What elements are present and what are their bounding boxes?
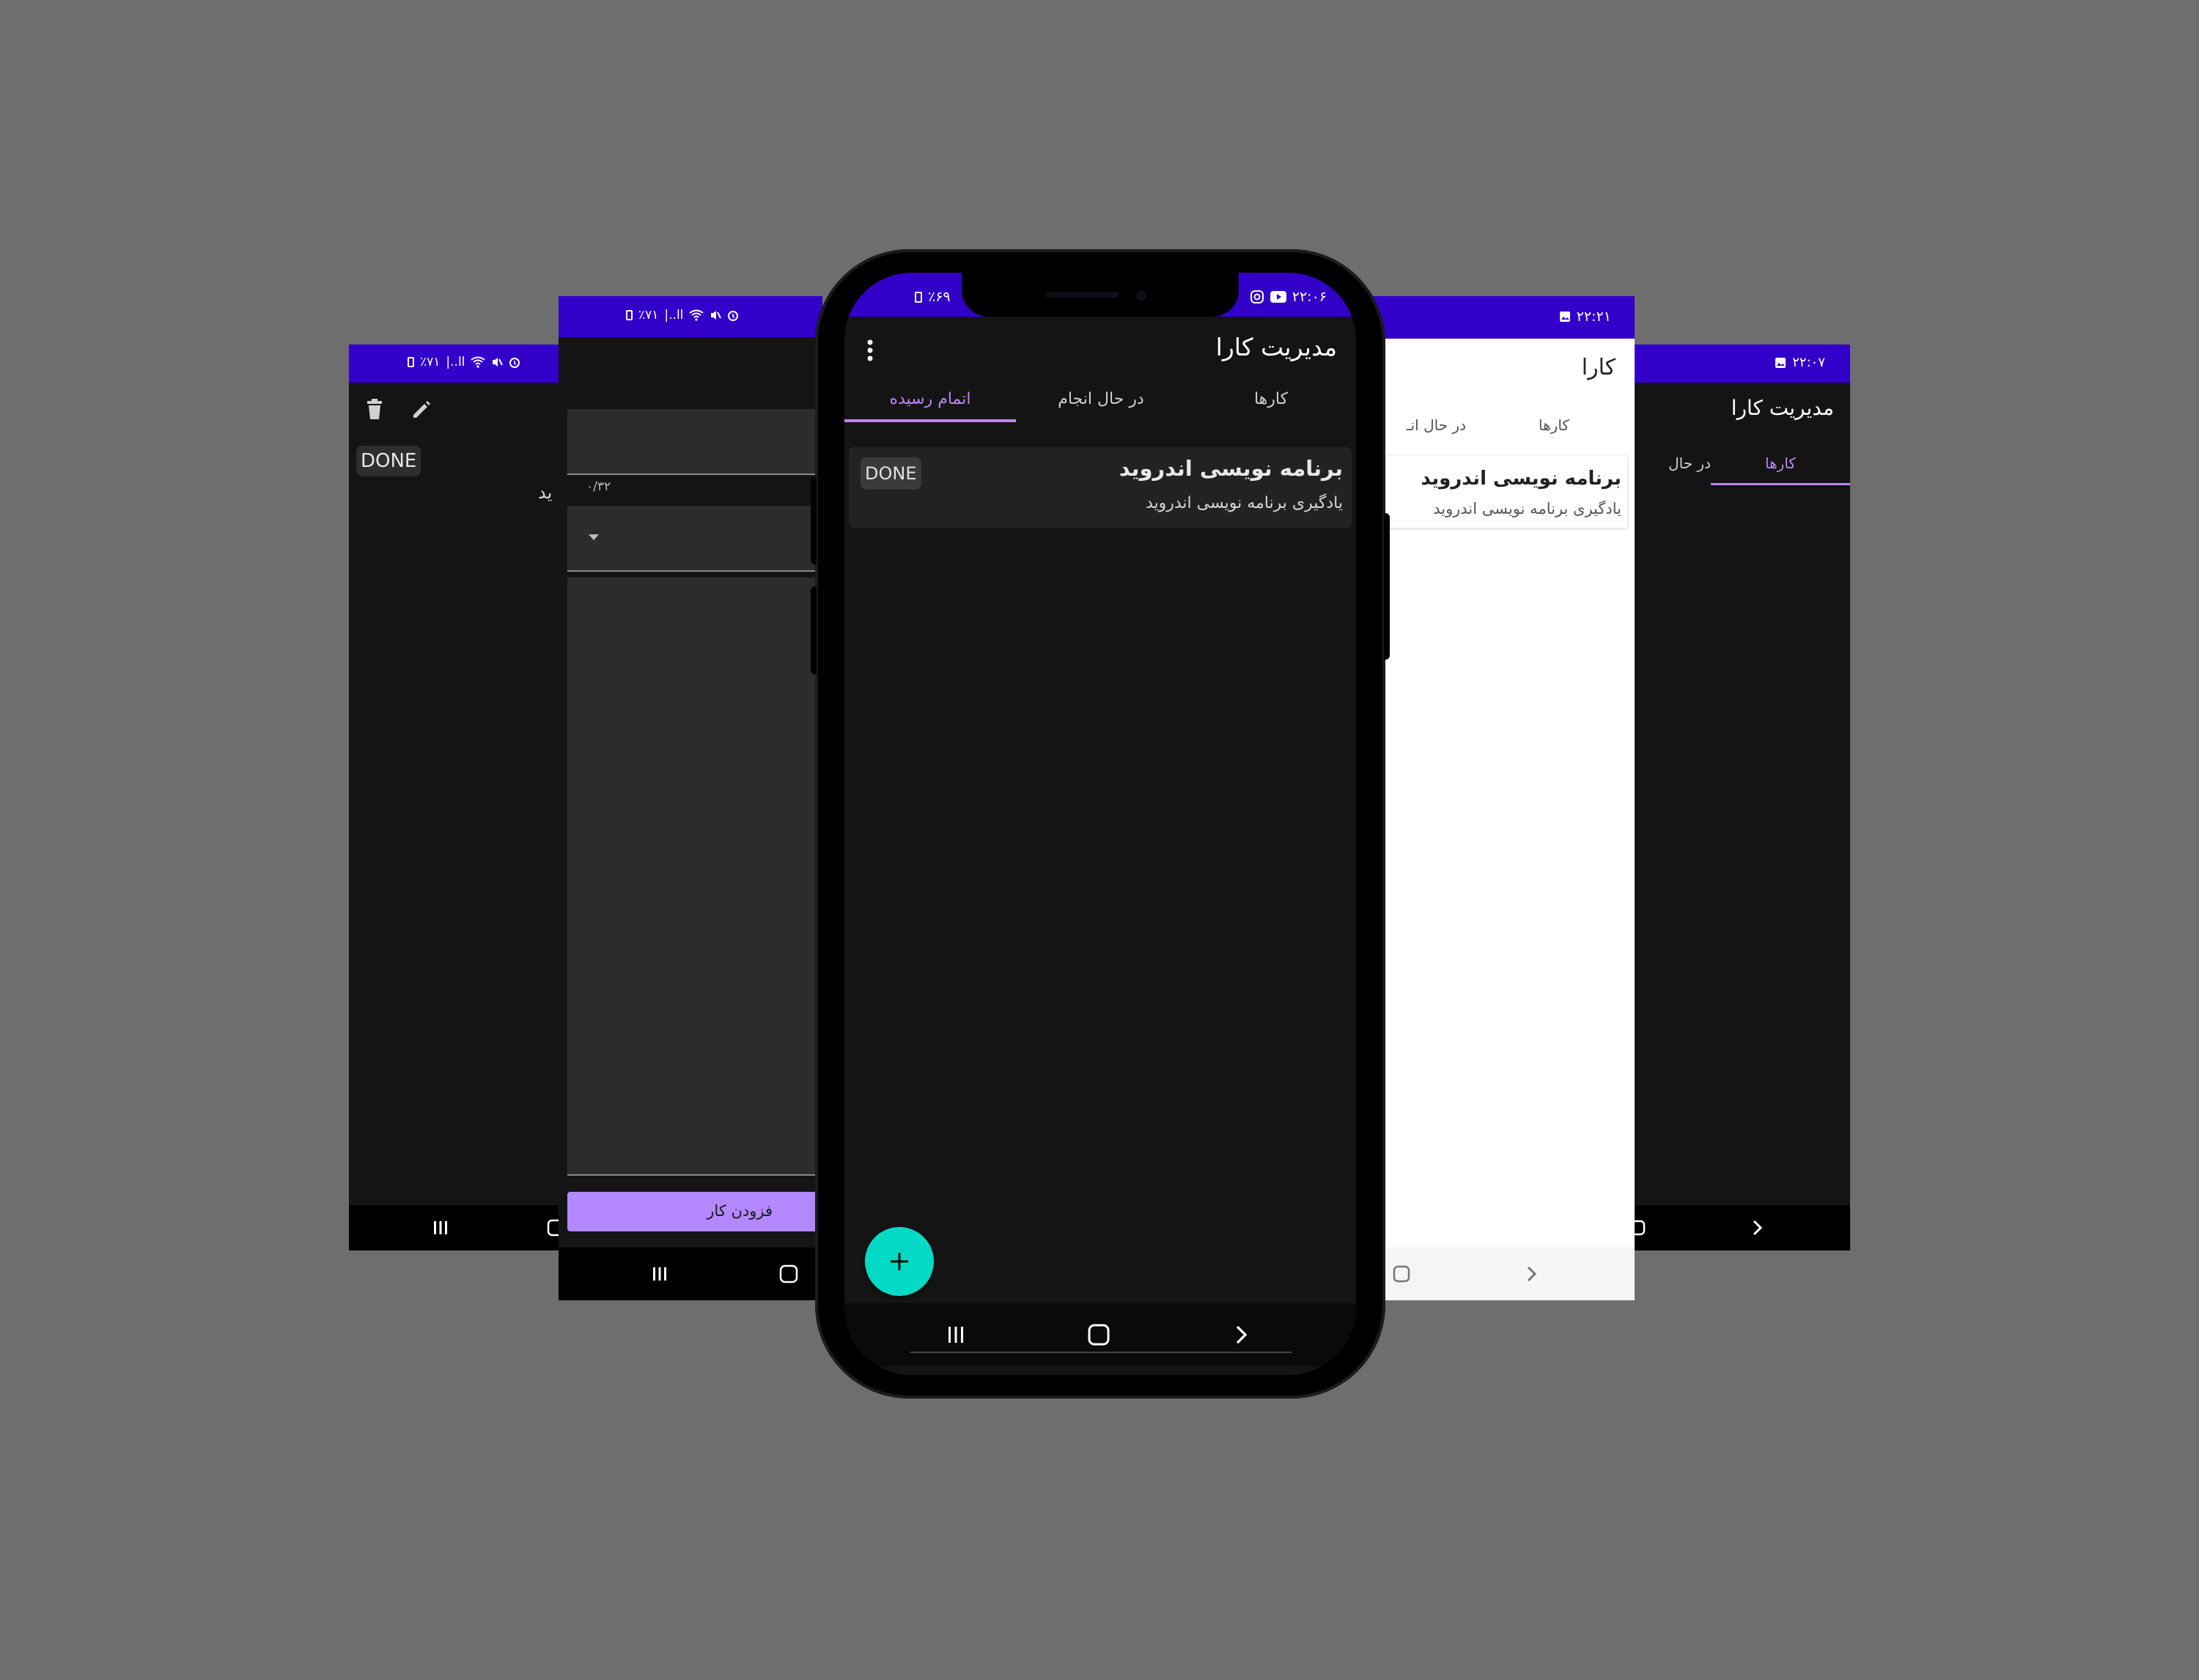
wifi-icon — [471, 356, 486, 368]
mute-icon — [710, 309, 722, 321]
task-description: یادگیری برنامه نویسی اندروید — [1433, 500, 1621, 517]
edit-icon[interactable] — [410, 399, 432, 421]
task-title: برنامه نویسی اندروید — [1119, 456, 1343, 481]
camera-icon — [1136, 290, 1146, 301]
screen-task-detail: ٪۷۱ |..ll DONE ید — [349, 345, 569, 1250]
navigation-bar — [349, 1205, 569, 1250]
home-icon[interactable] — [1393, 1265, 1410, 1283]
tab-completed[interactable]: اتمام رسیده — [844, 383, 1016, 422]
add-task-button[interactable]: فزودن کار — [567, 1192, 822, 1231]
battery-icon — [626, 310, 633, 320]
battery-text: ٪۷۱ — [638, 308, 659, 323]
recents-icon[interactable] — [432, 1220, 449, 1236]
status-bar: ۲۲:۰۷ — [1626, 345, 1850, 383]
mute-icon — [491, 356, 504, 368]
battery-text: ٪۷۱ — [420, 355, 441, 369]
time-text: ۲۲:۲۱ — [1576, 309, 1611, 325]
status-badge: DONE — [356, 446, 421, 476]
tab-tasks[interactable]: کارها — [1517, 416, 1591, 434]
image-icon — [1775, 357, 1786, 369]
main-screen: ۲۲:۰۶ ٪۶۹ مدیریت کارا کارها در حال انجام… — [844, 273, 1356, 1375]
status-bar: ٪۷۱ |..ll — [559, 296, 822, 337]
task-title: برنامه نویسی اندروید — [1421, 468, 1621, 490]
tab-in-progress-label: در حال انـ — [1406, 416, 1466, 434]
back-icon[interactable] — [1752, 1219, 1764, 1237]
alarm-icon — [509, 356, 520, 368]
task-title-input[interactable] — [567, 409, 822, 475]
tab-in-progress-label: در حال انجام — [1058, 390, 1144, 408]
screen-task-list-empty: ۲۲:۰۷ مدیریت کارا کارها در حال — [1626, 345, 1850, 1250]
navigation-bar — [1626, 1205, 1850, 1250]
screen-add-task: ٪۷۱ |..ll ۰/۳۲ فزودن کار — [559, 296, 822, 1300]
signal-text: |..ll — [664, 308, 684, 323]
tab-tasks-label: کارها — [1765, 454, 1796, 472]
chevron-down-icon — [588, 534, 600, 541]
youtube-icon — [1270, 291, 1286, 303]
image-icon — [1559, 311, 1571, 323]
app-title: کارا — [1581, 355, 1616, 380]
navigation-bar — [1363, 1248, 1635, 1300]
battery-icon — [408, 357, 414, 367]
navigation-bar — [559, 1248, 822, 1300]
phone-volume-button — [811, 476, 817, 564]
add-task-button-label: فزودن کار — [707, 1202, 773, 1220]
wifi-icon — [689, 309, 704, 321]
tab-in-progress[interactable]: در حال انجام — [1016, 383, 1186, 422]
add-task-fab[interactable] — [865, 1227, 934, 1296]
status-bar: ۲۲:۲۱ — [1363, 296, 1635, 339]
task-card[interactable]: برنامه نویسی اندروید یادگیری برنامه نویس… — [1371, 456, 1627, 528]
status-badge-label: DONE — [865, 463, 917, 484]
phone-side-button — [1384, 513, 1390, 660]
tab-tasks-label: کارها — [1539, 416, 1569, 434]
time-text: ۲۲:۰۶ — [1292, 289, 1327, 305]
screen-task-list-light: ۲۲:۲۱ کارا کارها در حال انـ برنامه نویسی… — [1363, 296, 1635, 1300]
battery-icon — [915, 291, 922, 303]
home-icon[interactable] — [779, 1264, 798, 1283]
phone-volume-button — [811, 586, 817, 674]
tab-tasks[interactable]: کارها — [1186, 383, 1356, 422]
task-card[interactable]: برنامه نویسی اندروید یادگیری برنامه نویس… — [849, 447, 1352, 528]
status-badge-label: DONE — [361, 450, 417, 472]
back-icon[interactable] — [1235, 1325, 1248, 1345]
task-description-input[interactable] — [567, 578, 822, 1176]
status-bar: ٪۷۱ |..ll — [349, 345, 569, 383]
recents-icon[interactable] — [652, 1266, 668, 1282]
home-icon[interactable] — [1088, 1324, 1110, 1346]
tab-tasks[interactable]: کارها — [1711, 447, 1850, 485]
gesture-line — [910, 1352, 1292, 1353]
alarm-icon — [727, 309, 739, 321]
navigation-bar — [844, 1303, 1356, 1366]
category-dropdown[interactable] — [567, 506, 822, 572]
earpiece — [1045, 292, 1119, 298]
tab-completed-label: اتمام رسیده — [889, 390, 971, 408]
tab-in-progress[interactable]: در حال — [1626, 447, 1711, 485]
task-description: یادگیری برنامه نویسی اندروید — [1145, 494, 1343, 512]
tab-tasks-label: کارها — [1253, 390, 1289, 408]
time-text: ۲۲:۰۷ — [1792, 355, 1825, 370]
tab-in-progress-label: در حال — [1668, 454, 1711, 472]
instagram-icon — [1250, 290, 1264, 304]
back-icon[interactable] — [1526, 1265, 1538, 1283]
app-title: مدیریت کارا — [1731, 396, 1834, 420]
signal-text: |..ll — [446, 355, 465, 369]
char-counter: ۰/۳۲ — [586, 479, 611, 494]
app-title: مدیریت کارا — [1215, 333, 1337, 361]
task-description-partial: ید — [538, 482, 553, 503]
status-badge: DONE — [861, 457, 921, 490]
more-options-icon[interactable] — [866, 339, 874, 362]
phone-notch — [962, 273, 1239, 317]
battery-text: ٪۶۹ — [928, 289, 951, 305]
delete-icon[interactable] — [365, 399, 384, 421]
plus-icon — [889, 1251, 910, 1272]
recents-icon[interactable] — [946, 1325, 965, 1344]
